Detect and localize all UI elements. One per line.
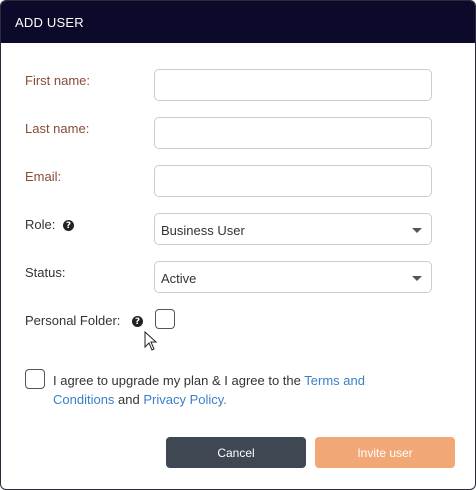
agreement-text-start: I agree to upgrade my plan & I agree to … [53, 373, 305, 388]
privacy-policy-link[interactable]: Privacy Policy. [143, 392, 227, 407]
email-row: Email: [25, 165, 433, 199]
last-name-field[interactable] [154, 117, 432, 149]
personal-folder-label-wrap: Personal Folder: ? [25, 313, 144, 328]
personal-folder-checkbox[interactable] [155, 309, 175, 329]
email-label: Email: [25, 169, 62, 184]
personal-folder-row: Personal Folder: ? [25, 309, 433, 343]
agreement-checkbox[interactable] [25, 369, 45, 389]
chevron-down-icon [412, 228, 422, 233]
status-label: Status: [25, 265, 66, 280]
help-icon[interactable]: ? [62, 220, 74, 232]
personal-folder-label: Personal Folder: [25, 313, 121, 328]
chevron-down-icon [412, 276, 422, 281]
email-field[interactable] [154, 165, 432, 197]
role-label: Role: [25, 217, 56, 232]
mouse-pointer-icon [144, 331, 158, 351]
role-label-wrap: Role: ? [25, 217, 74, 232]
cancel-button[interactable]: Cancel [166, 437, 306, 468]
first-name-field[interactable] [154, 69, 432, 101]
invite-user-button[interactable]: Invite user [315, 437, 455, 468]
first-name-input[interactable] [155, 70, 431, 100]
email-input[interactable] [155, 166, 431, 196]
agreement-text: I agree to upgrade my plan & I agree to … [53, 371, 413, 409]
dialog-header: ADD USER [1, 1, 475, 43]
add-user-dialog: ADD USER First name: Last name: Email: R… [0, 0, 476, 490]
dialog-title: ADD USER [15, 14, 84, 30]
agreement-text-mid: and [114, 392, 144, 407]
status-row: Status: Active [25, 261, 433, 295]
first-name-label: First name: [25, 73, 91, 88]
first-name-row: First name: [25, 69, 433, 103]
last-name-input[interactable] [155, 118, 431, 148]
help-icon[interactable]: ? [132, 316, 144, 328]
status-select[interactable]: Active [154, 261, 432, 293]
role-selected-value: Business User [161, 223, 245, 238]
last-name-label: Last name: [25, 121, 90, 136]
role-select[interactable]: Business User [154, 213, 432, 245]
status-selected-value: Active [161, 271, 197, 286]
last-name-row: Last name: [25, 117, 433, 151]
role-row: Role: ? Business User [25, 213, 433, 247]
